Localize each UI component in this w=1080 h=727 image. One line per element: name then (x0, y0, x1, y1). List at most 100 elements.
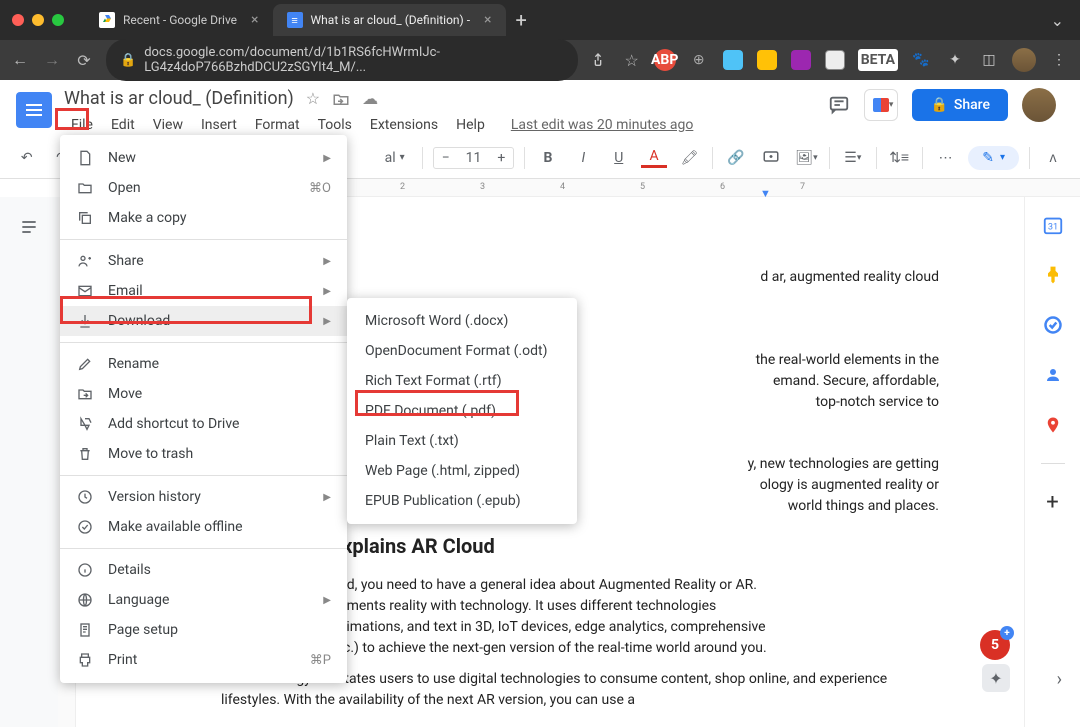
text-color-button[interactable]: A (641, 148, 666, 168)
menu-item-make-copy[interactable]: Make a copy (60, 203, 347, 233)
menu-edit[interactable]: Edit (104, 113, 142, 137)
lock-icon: 🔒 (120, 53, 136, 68)
collapse-button[interactable]: ʌ (1040, 145, 1066, 171)
share-button[interactable]: 🔒 Share (912, 89, 1008, 121)
menu-item-move[interactable]: Move (60, 379, 347, 409)
menu-item-new[interactable]: New ▶ (60, 143, 347, 173)
account-avatar[interactable] (1022, 88, 1056, 122)
abp-extension-icon[interactable]: ABP (654, 49, 676, 71)
notification-badge[interactable]: 5 + (980, 630, 1010, 660)
kebab-menu-icon[interactable]: ⋮ (1048, 49, 1070, 71)
star-icon[interactable]: ☆ (306, 89, 320, 108)
italic-button[interactable]: I (571, 145, 596, 171)
contacts-icon[interactable] (1041, 363, 1065, 387)
tasks-icon[interactable] (1041, 313, 1065, 337)
explore-button[interactable]: ✦ (982, 664, 1010, 692)
forward-button[interactable]: → (42, 50, 62, 70)
extension-icon-4[interactable] (824, 49, 846, 71)
extension-icon-3[interactable] (790, 49, 812, 71)
chevron-down-icon[interactable]: ⌄ (1051, 11, 1080, 30)
download-epub[interactable]: EPUB Publication (.epub) (347, 486, 577, 516)
last-edit-link[interactable]: Last edit was 20 minutes ago (504, 113, 701, 137)
font-size-decrease[interactable]: − (434, 148, 458, 168)
docs-logo[interactable] (16, 92, 52, 128)
download-rtf[interactable]: Rich Text Format (.rtf) (347, 366, 577, 396)
font-size-value[interactable]: 11 (458, 148, 490, 168)
menu-item-version-history[interactable]: Version history ▶ (60, 482, 347, 512)
share-icon[interactable] (590, 52, 610, 68)
font-size-increase[interactable]: + (489, 148, 513, 168)
extensions-puzzle-icon[interactable]: ✦ (944, 49, 966, 71)
calendar-icon[interactable]: 31 (1041, 213, 1065, 237)
cloud-icon[interactable]: ☁ (362, 89, 378, 108)
folder-move-icon (76, 386, 94, 402)
link-button[interactable]: 🔗 (723, 145, 748, 171)
menu-item-share[interactable]: Share ▶ (60, 246, 347, 276)
address-bar[interactable]: 🔒 docs.google.com/document/d/1b1RS6fcHWr… (106, 39, 578, 81)
download-odt[interactable]: OpenDocument Format (.odt) (347, 336, 577, 366)
maximize-window-button[interactable] (52, 14, 64, 26)
menu-view[interactable]: View (146, 113, 190, 137)
tab-drive[interactable]: Recent - Google Drive × (85, 4, 273, 36)
line-spacing-button[interactable]: ⇅≡ (886, 145, 911, 171)
minimize-window-button[interactable] (32, 14, 44, 26)
download-html[interactable]: Web Page (.html, zipped) (347, 456, 577, 486)
maps-icon[interactable] (1041, 413, 1065, 437)
add-icon[interactable]: + (1041, 490, 1065, 514)
comment-button[interactable] (758, 145, 783, 171)
menu-item-move-trash[interactable]: Move to trash (60, 439, 347, 469)
menu-item-offline[interactable]: Make available offline (60, 512, 347, 542)
ruler-indent-marker[interactable]: ▼ (760, 187, 771, 200)
menu-item-open[interactable]: Open ⌘O (60, 173, 347, 203)
menu-file[interactable]: File (64, 113, 100, 137)
extension-icon-1[interactable] (722, 49, 744, 71)
menu-format[interactable]: Format (248, 113, 307, 137)
underline-button[interactable]: U (606, 145, 631, 171)
beta-badge[interactable]: BETA (858, 49, 898, 71)
menu-item-email[interactable]: Email ▶ (60, 276, 347, 306)
outline-icon[interactable] (19, 217, 39, 237)
extension-icon-2[interactable] (756, 49, 778, 71)
close-window-button[interactable] (12, 14, 24, 26)
document-title[interactable]: What is ar cloud_ (Definition) (64, 88, 294, 109)
download-docx[interactable]: Microsoft Word (.docx) (347, 306, 577, 336)
menu-item-download[interactable]: Download ▶ (60, 306, 347, 336)
bold-button[interactable]: B (535, 145, 560, 171)
download-pdf[interactable]: PDF Document (.pdf) (347, 396, 577, 426)
image-button[interactable]: 🖼 ▾ (794, 145, 819, 171)
menu-extensions[interactable]: Extensions (363, 113, 445, 137)
file-menu-dropdown: New ▶ Open ⌘O Make a copy Share ▶ Email … (60, 135, 347, 683)
menu-help[interactable]: Help (449, 113, 492, 137)
menu-insert[interactable]: Insert (194, 113, 244, 137)
style-selector[interactable]: al ▾ (378, 147, 412, 169)
menu-item-rename[interactable]: Rename (60, 349, 347, 379)
move-icon[interactable] (332, 90, 350, 108)
menu-tools[interactable]: Tools (311, 113, 359, 137)
comment-history-icon[interactable] (828, 94, 850, 116)
sidepanel-icon[interactable]: ◫ (978, 49, 1000, 71)
close-tab-icon[interactable]: × (484, 12, 491, 28)
undo-button[interactable]: ↶ (14, 145, 39, 171)
editing-mode-button[interactable]: ✎ ▾ (968, 146, 1019, 170)
highlight-button[interactable]: 🖍 (677, 145, 702, 171)
tab-docs[interactable]: ≡ What is ar cloud_ (Definition) - × (273, 4, 506, 36)
download-txt[interactable]: Plain Text (.txt) (347, 426, 577, 456)
reload-button[interactable]: ⟳ (74, 51, 94, 70)
star-icon[interactable]: ☆ (622, 51, 642, 70)
new-tab-button[interactable]: + (506, 8, 537, 32)
sidebar-collapse-icon[interactable]: › (1057, 669, 1062, 690)
keep-icon[interactable] (1041, 263, 1065, 287)
back-button[interactable]: ← (10, 50, 30, 70)
menu-item-details[interactable]: Details (60, 555, 347, 585)
more-button[interactable]: ⋯ (933, 145, 958, 171)
menu-item-language[interactable]: Language ▶ (60, 585, 347, 615)
menu-item-page-setup[interactable]: Page setup (60, 615, 347, 645)
profile-avatar[interactable] (1012, 48, 1036, 72)
menu-item-add-shortcut[interactable]: Add shortcut to Drive (60, 409, 347, 439)
extension-icon-5[interactable]: 🐾 (910, 49, 932, 71)
close-tab-icon[interactable]: × (251, 12, 258, 28)
meet-button[interactable]: ▾ (864, 89, 898, 121)
align-button[interactable]: ☰ ▾ (840, 145, 865, 171)
menu-item-print[interactable]: Print ⌘P (60, 645, 347, 675)
globe-extension-icon[interactable]: ⊕ (688, 49, 710, 71)
